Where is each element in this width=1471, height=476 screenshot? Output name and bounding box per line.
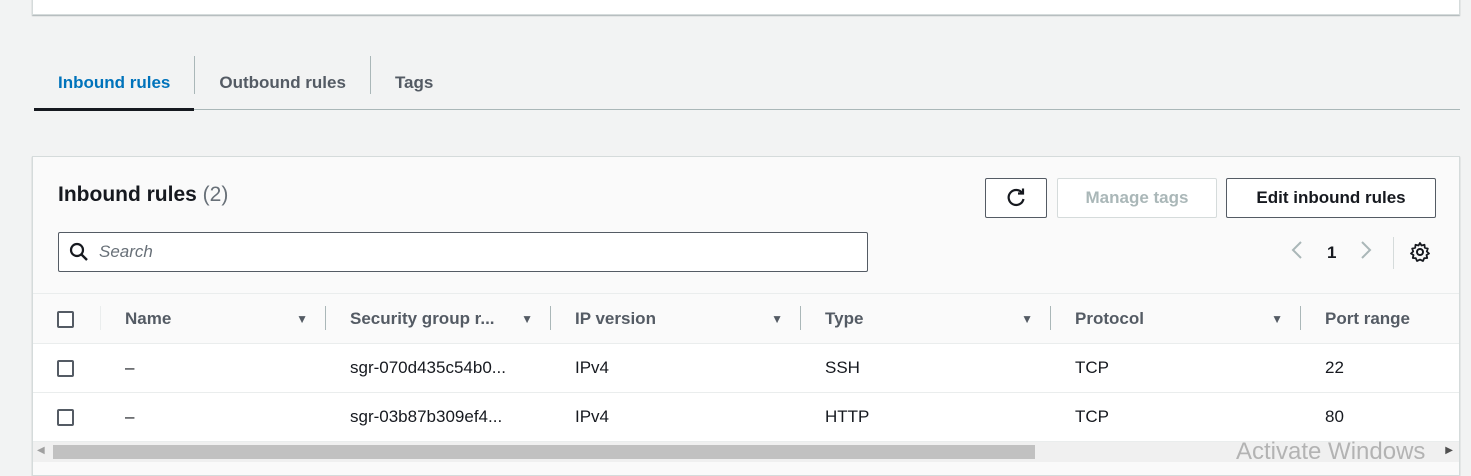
edit-inbound-rules-button[interactable]: Edit inbound rules: [1226, 178, 1436, 218]
refresh-button[interactable]: [985, 178, 1047, 218]
inbound-rules-panel: Inbound rules (2) Manage tags Edit inbou…: [32, 156, 1460, 476]
cell-security-group-rule[interactable]: sgr-070d435c54b0...: [326, 343, 551, 393]
panel-title: Inbound rules (2): [58, 183, 228, 207]
scrollbar-thumb[interactable]: [53, 445, 1035, 459]
scroll-left-icon[interactable]: ◀: [37, 445, 45, 456]
column-header-name[interactable]: Name ▼: [101, 293, 326, 344]
column-label: Port range: [1325, 308, 1411, 328]
tab-outbound-rules[interactable]: Outbound rules: [195, 56, 370, 109]
cell-ip-version: IPv4: [551, 343, 801, 393]
scroll-right-icon[interactable]: ▶: [1445, 445, 1453, 456]
tab-inbound-rules[interactable]: Inbound rules: [34, 56, 195, 111]
search-icon: [69, 242, 88, 261]
pager-divider: [1393, 237, 1394, 269]
sort-down-icon[interactable]: ▼: [771, 312, 783, 326]
column-header-protocol[interactable]: Protocol ▼: [1051, 293, 1301, 344]
search-input[interactable]: [99, 242, 839, 262]
cell-port-range: 80: [1301, 392, 1459, 442]
cell-name: –: [101, 392, 326, 442]
refresh-icon: [1007, 188, 1025, 207]
row-checkbox[interactable]: [57, 409, 74, 427]
search-box[interactable]: [58, 232, 868, 272]
column-label: Security group r...: [350, 308, 495, 328]
chevron-right-icon[interactable]: [1360, 240, 1372, 265]
column-label: IP version: [575, 308, 656, 328]
gear-icon[interactable]: [1409, 241, 1431, 268]
chevron-left-icon[interactable]: [1291, 240, 1303, 265]
column-label: Type: [825, 308, 864, 328]
top-panel: [32, 0, 1460, 15]
tab-tags[interactable]: Tags: [371, 56, 457, 109]
cell-security-group-rule[interactable]: sgr-03b87b309ef4...: [326, 392, 551, 442]
current-page[interactable]: 1: [1327, 243, 1336, 263]
sort-down-icon[interactable]: ▼: [1271, 312, 1283, 326]
column-label: Protocol: [1075, 308, 1144, 328]
table-row: – sgr-070d435c54b0... IPv4 SSH TCP 22: [33, 343, 1459, 393]
rule-count: (2): [202, 183, 229, 206]
table-header-row: Name ▼ Security group r... ▼ IP version ▼ T…: [33, 293, 1459, 344]
cell-type: HTTP: [801, 392, 1051, 442]
select-all-checkbox[interactable]: [57, 310, 74, 328]
row-select-cell: [33, 343, 101, 393]
sort-down-icon[interactable]: ▼: [1021, 312, 1033, 326]
sort-down-icon[interactable]: ▼: [521, 312, 533, 326]
row-select-cell: [33, 392, 101, 442]
column-header-port-range[interactable]: Port range: [1301, 293, 1459, 344]
pagination: 1: [1291, 240, 1372, 265]
select-all-cell: [33, 293, 101, 344]
tab-bar: Inbound rules Outbound rules Tags: [34, 56, 1460, 111]
cell-protocol: TCP: [1051, 392, 1301, 442]
row-checkbox[interactable]: [57, 360, 74, 378]
inbound-rules-table: Name ▼ Security group r... ▼ IP version ▼ T…: [33, 293, 1459, 442]
manage-tags-button[interactable]: Manage tags: [1057, 178, 1217, 218]
column-header-ip-version[interactable]: IP version ▼: [551, 293, 801, 344]
cell-name: –: [101, 343, 326, 393]
cell-type: SSH: [801, 343, 1051, 393]
column-label: Name: [125, 308, 172, 328]
column-header-type[interactable]: Type ▼: [801, 293, 1051, 344]
cell-port-range: 22: [1301, 343, 1459, 393]
table-row: – sgr-03b87b309ef4... IPv4 HTTP TCP 80: [33, 392, 1459, 442]
activate-windows-watermark: Activate Windows: [1236, 438, 1426, 465]
sort-down-icon[interactable]: ▼: [296, 312, 308, 326]
cell-protocol: TCP: [1051, 343, 1301, 393]
panel-title-text: Inbound rules: [58, 183, 197, 206]
column-header-security-group-rule[interactable]: Security group r... ▼: [326, 293, 551, 344]
cell-ip-version: IPv4: [551, 392, 801, 442]
